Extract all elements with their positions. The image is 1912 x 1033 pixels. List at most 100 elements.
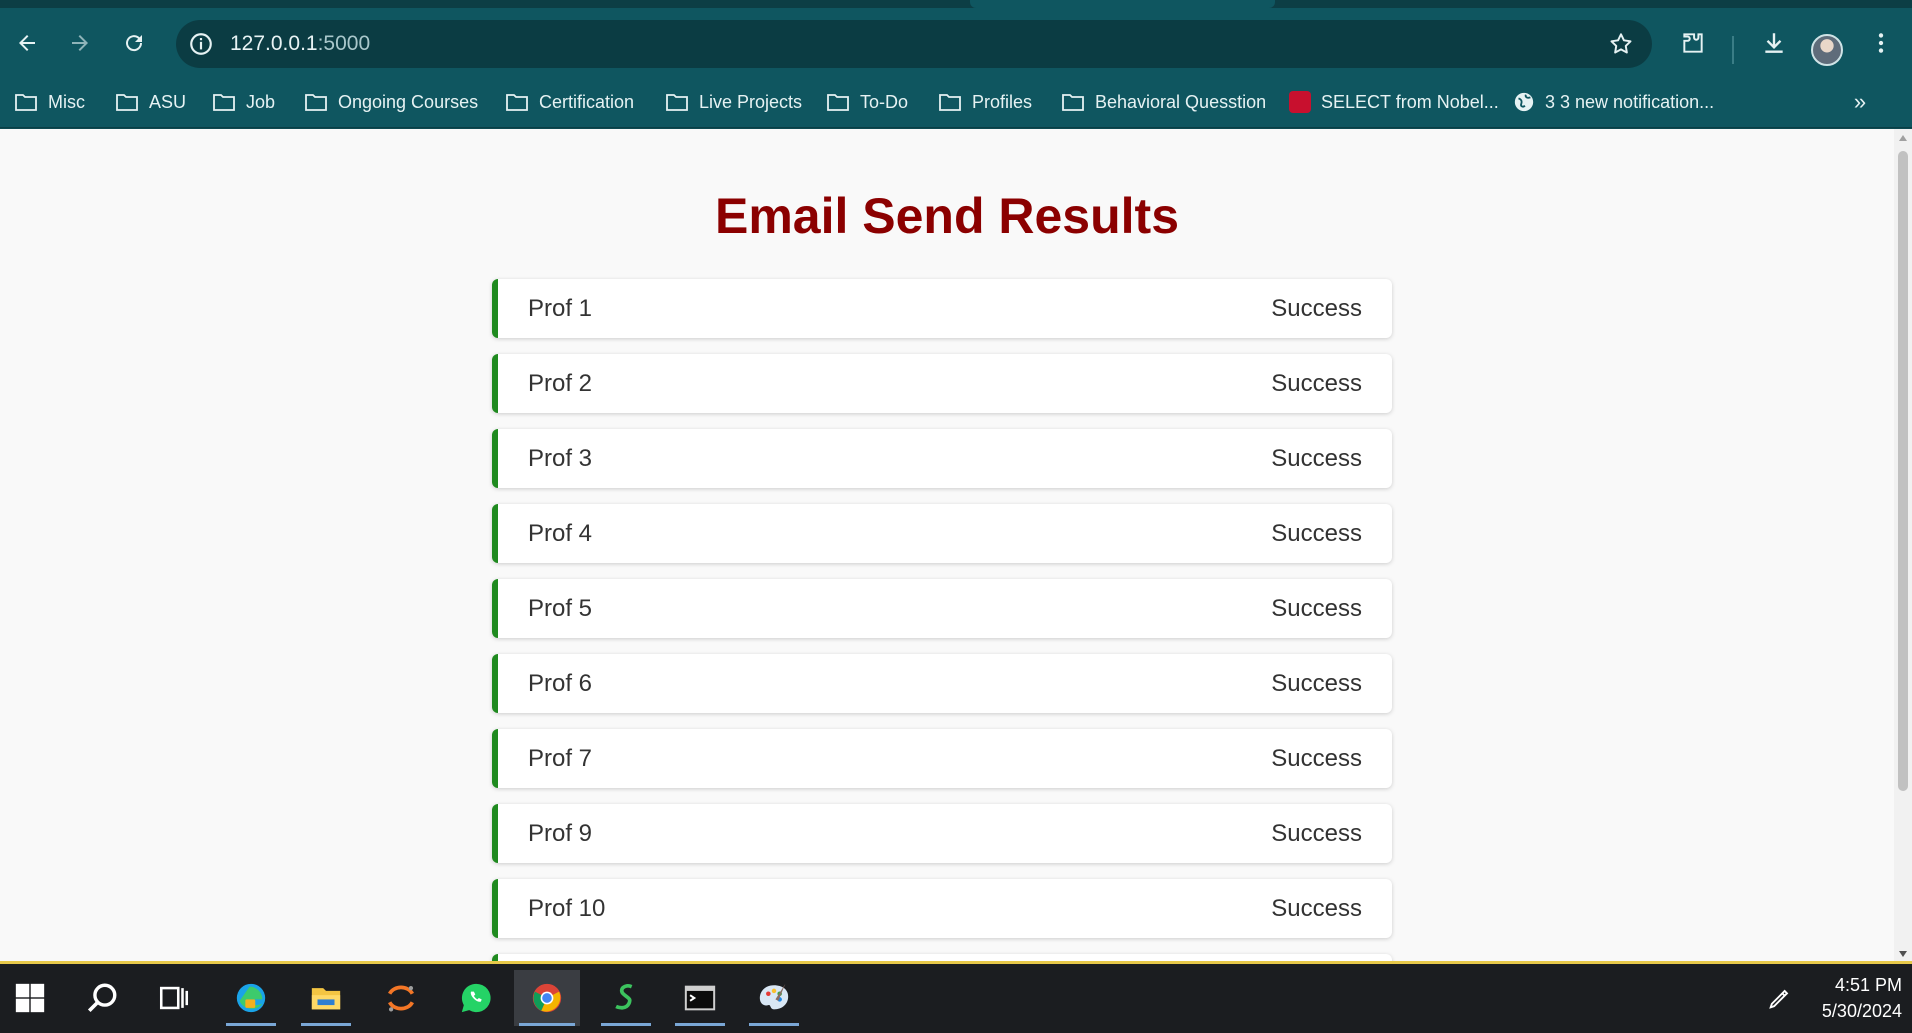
bookmark-label: Misc — [48, 91, 85, 112]
result-item: Prof 2 Success — [492, 354, 1392, 413]
taskbar: 4:51 PM 5/30/2024 — [0, 964, 1912, 1033]
taskbar-terminal[interactable] — [670, 970, 730, 1026]
bookmark-label: To-Do — [860, 91, 909, 112]
address-bar[interactable]: 127.0.0.1:5000 — [176, 20, 1652, 68]
page-title: Email Send Results — [714, 188, 1180, 244]
result-status: Success — [1271, 894, 1362, 922]
url-text[interactable]: 127.0.0.1:5000 — [230, 20, 370, 68]
taskbar-paint[interactable] — [744, 970, 804, 1026]
file-explorer-icon — [311, 988, 341, 1010]
bookmark-label: SELECT from Nobel... — [1321, 91, 1499, 112]
result-status: Success — [1271, 519, 1362, 547]
bookmark-notifications[interactable]: 3 3 new notification... — [1513, 76, 1714, 128]
result-name: Prof 7 — [528, 744, 593, 772]
bookmark-misc[interactable]: Misc — [14, 76, 85, 128]
folder-icon — [15, 94, 37, 111]
result-name: Prof 10 — [528, 894, 606, 922]
result-name: Prof 5 — [528, 594, 593, 622]
clock-time: 4:51 PM — [1834, 975, 1902, 995]
system-clock[interactable]: 4:51 PM 5/30/2024 — [1802, 972, 1902, 1024]
bookmark-label: Live Projects — [699, 91, 803, 112]
pen-menu-icon[interactable] — [1766, 984, 1794, 1012]
running-indicator — [675, 1023, 725, 1026]
bookmark-label: Ongoing Courses — [338, 91, 479, 112]
result-status: Success — [1271, 444, 1362, 472]
result-item: Prof 6 Success — [492, 654, 1392, 713]
bookmark-job[interactable]: Job — [212, 76, 275, 128]
back-button[interactable] — [10, 26, 44, 60]
taskbar-whatsapp[interactable] — [446, 970, 506, 1026]
download-icon — [1765, 33, 1783, 53]
bookmark-select-from-nobel[interactable]: SELECT from Nobel... — [1289, 76, 1499, 128]
forward-arrow-icon — [72, 35, 88, 51]
bookmark-ongoing-courses[interactable]: Ongoing Courses — [304, 76, 478, 128]
bookmark-behavioral-quesstion[interactable]: Behavioral Quesstion — [1061, 76, 1266, 128]
bookmark-label: Job — [246, 91, 276, 112]
chrome-icon — [532, 983, 562, 1013]
jupyter-icon — [388, 985, 414, 1012]
forward-button[interactable] — [63, 26, 97, 60]
result-name: Prof 9 — [528, 819, 593, 847]
result-status: Success — [1271, 369, 1362, 397]
result-item: Prof 10 Success — [492, 879, 1392, 938]
bookmark-live-projects[interactable]: Live Projects — [665, 76, 802, 128]
bookmark-label: Certification — [539, 91, 635, 112]
puzzle-icon — [1683, 33, 1703, 53]
more-bookmarks-button[interactable]: » — [1846, 88, 1874, 116]
bookmark-label: Behavioral Quesstion — [1095, 91, 1267, 112]
result-status: Success — [1271, 669, 1362, 697]
result-name: Prof 4 — [528, 519, 593, 547]
browser-menu-button[interactable] — [1864, 26, 1898, 60]
whatsapp-icon — [461, 983, 491, 1013]
running-indicator — [301, 1023, 351, 1026]
reload-button[interactable] — [117, 26, 151, 60]
bookmark-label: ASU — [149, 91, 187, 112]
taskbar-search-button[interactable] — [72, 970, 132, 1026]
bookmark-asu[interactable]: ASU — [115, 76, 186, 128]
taskbar-file-explorer[interactable] — [296, 970, 356, 1026]
paint-icon — [759, 983, 789, 1010]
bookmark-certification[interactable]: Certification — [505, 76, 634, 128]
result-name: Prof 1 — [528, 294, 593, 322]
bookmark-profiles[interactable]: Profiles — [938, 76, 1032, 128]
bookmark-to-do[interactable]: To-Do — [826, 76, 908, 128]
edge-icon — [236, 983, 266, 1013]
bookmark-star-icon[interactable] — [1608, 31, 1634, 57]
tab-active[interactable] — [970, 0, 1275, 8]
taskbar-jupyter[interactable] — [371, 970, 431, 1026]
taskbar-edge[interactable] — [221, 970, 281, 1026]
running-indicator — [749, 1023, 799, 1026]
scroll-down-arrow-icon[interactable] — [1899, 951, 1907, 957]
task-view-button[interactable] — [144, 970, 204, 1026]
scrollbar-thumb[interactable] — [1898, 151, 1908, 791]
downloads-button[interactable] — [1757, 26, 1791, 60]
result-status: Success — [1271, 294, 1362, 322]
extensions-button[interactable] — [1676, 26, 1710, 60]
result-item: Prof 3 Success — [492, 429, 1392, 488]
taskbar-snip-app[interactable] — [596, 970, 656, 1026]
folder-icon — [1062, 94, 1084, 111]
result-item: Prof 7 Success — [492, 729, 1392, 788]
toolbar-divider — [1732, 36, 1734, 64]
result-status: Success — [1271, 594, 1362, 622]
bookmark-label: 3 3 new notification... — [1545, 91, 1715, 112]
running-indicator — [601, 1023, 651, 1026]
result-item: Prof 5 Success — [492, 579, 1392, 638]
taskbar-chrome[interactable] — [514, 970, 580, 1026]
bookmark-label: Profiles — [972, 91, 1033, 112]
result-item: Prof 1 Success — [492, 279, 1392, 338]
result-status: Success — [1271, 744, 1362, 772]
windows-start-icon — [15, 983, 45, 1013]
kebab-menu-icon — [1878, 33, 1884, 53]
results-list: Prof 1 Success Prof 2 Success Prof 3 Succes… — [492, 279, 1392, 963]
start-button[interactable] — [0, 970, 60, 1026]
page-scrollbar[interactable] — [1894, 129, 1912, 963]
snip-icon — [615, 984, 633, 1010]
running-indicator — [519, 1023, 575, 1026]
folder-icon — [305, 94, 327, 111]
tab-strip — [0, 0, 1912, 8]
clock-date: 5/30/2024 — [1821, 1001, 1902, 1021]
profile-avatar[interactable] — [1811, 34, 1843, 66]
site-info-icon[interactable] — [188, 31, 214, 57]
scroll-up-arrow-icon[interactable] — [1899, 135, 1907, 141]
